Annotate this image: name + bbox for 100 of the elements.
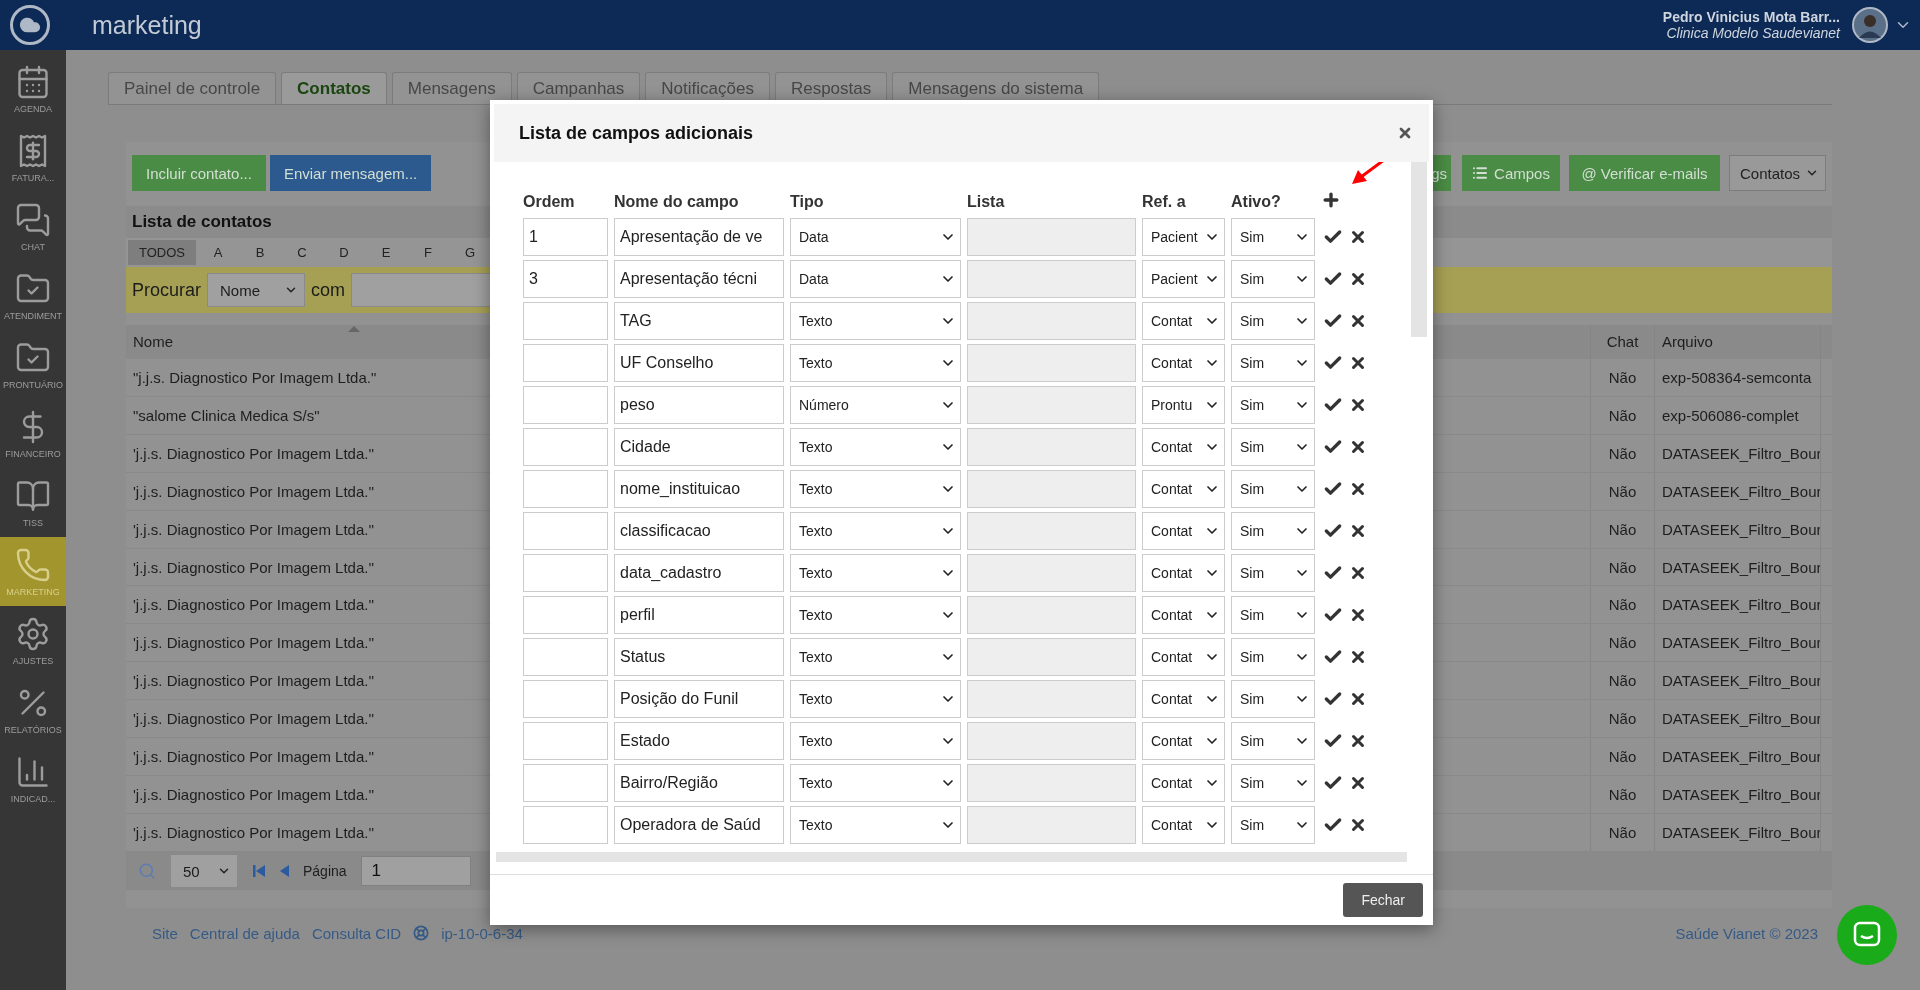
active-select[interactable]: Sim [1231, 470, 1315, 508]
type-select[interactable]: Texto [790, 722, 961, 760]
reference-select[interactable]: Contat [1142, 680, 1225, 718]
field-name-input[interactable]: Operadora de Saúd [614, 806, 784, 844]
order-field[interactable]: 1 [523, 218, 608, 256]
active-select[interactable]: Sim [1231, 554, 1315, 592]
active-select[interactable]: Sim [1231, 638, 1315, 676]
letter-filter[interactable]: F [408, 240, 448, 265]
field-name-input[interactable]: Bairro/Região [614, 764, 784, 802]
reference-select[interactable]: Prontu [1142, 386, 1225, 424]
table-cell: Não [1590, 586, 1654, 624]
reference-select[interactable]: Pacient [1142, 260, 1225, 298]
active-select[interactable]: Sim [1231, 386, 1315, 424]
sidebar-item[interactable]: FINANCEIRO [0, 399, 66, 468]
reference-select[interactable]: Pacient [1142, 218, 1225, 256]
search-label: Procurar [132, 279, 202, 301]
sidebar-item[interactable]: AJUSTES [0, 606, 66, 675]
type-select[interactable]: Número [790, 386, 961, 424]
letter-filter[interactable]: TODOS [128, 240, 196, 265]
sidebar-item[interactable]: TISS [0, 468, 66, 537]
sidebar-item[interactable]: CHAT [0, 192, 66, 261]
type-select[interactable]: Texto [790, 806, 961, 844]
table-cell: Não [1590, 700, 1654, 738]
reference-select[interactable]: Contat [1142, 596, 1225, 634]
type-select[interactable]: Texto [790, 344, 961, 382]
active-select[interactable]: Sim [1231, 218, 1315, 256]
page-size-select[interactable]: 50 [170, 854, 238, 888]
table-cell: Não [1590, 358, 1654, 396]
type-select[interactable]: Data [790, 218, 961, 256]
type-select[interactable]: Texto [790, 596, 961, 634]
letter-filter[interactable]: C [282, 240, 322, 265]
table-cell: 'j.j.s. Diagnostico Por Imagem Ltda.'' [133, 672, 375, 690]
sidebar-item[interactable]: ATENDIMENT [0, 261, 66, 330]
sidebar-item[interactable]: INDICAD... [0, 744, 66, 813]
field-name-input[interactable]: UF Conselho [614, 344, 784, 382]
table-cell: "j.j.s. Diagnostico Por Imagem Ltda." [133, 368, 377, 386]
column-header[interactable]: Chat [1590, 325, 1654, 359]
sidebar-item[interactable]: RELATÓRIOS [0, 675, 66, 744]
reference-select[interactable]: Contat [1142, 722, 1225, 760]
active-select[interactable]: Sim [1231, 512, 1315, 550]
letter-filter[interactable]: D [324, 240, 364, 265]
table-cell: 'j.j.s. Diagnostico Por Imagem Ltda.'' [133, 558, 375, 576]
field-name-input[interactable]: Apresentação técni [614, 260, 784, 298]
reference-select[interactable]: Contat [1142, 638, 1225, 676]
field-name-input[interactable]: Status [614, 638, 784, 676]
type-select[interactable]: Data [790, 260, 961, 298]
letter-filter[interactable]: A [198, 240, 238, 265]
type-select[interactable]: Texto [790, 764, 961, 802]
column-header[interactable]: Nome [133, 333, 173, 351]
close-dialog-button[interactable]: Fechar [1343, 883, 1423, 917]
module-title: marketing [92, 10, 202, 40]
type-select[interactable]: Texto [790, 512, 961, 550]
active-select[interactable]: Sim [1231, 764, 1315, 802]
active-select[interactable]: Sim [1231, 680, 1315, 718]
field-name-input[interactable]: nome_instituicao [614, 470, 784, 508]
field-name-input[interactable]: perfil [614, 596, 784, 634]
field-name-input[interactable]: Apresentação de ve [614, 218, 784, 256]
reference-select[interactable]: Contat [1142, 344, 1225, 382]
reference-select[interactable]: Contat [1142, 512, 1225, 550]
active-select[interactable]: Sim [1231, 596, 1315, 634]
active-select[interactable]: Sim [1231, 302, 1315, 340]
type-select[interactable]: Texto [790, 470, 961, 508]
search-field-select[interactable]: Nome [207, 273, 306, 307]
letter-filter[interactable]: E [366, 240, 406, 265]
reference-select[interactable]: Contat [1142, 554, 1225, 592]
view-select[interactable]: Contatos [1729, 155, 1826, 191]
tab[interactable]: Contatos [281, 72, 387, 104]
reference-select[interactable]: Contat [1142, 764, 1225, 802]
type-select[interactable]: Texto [790, 302, 961, 340]
order-field[interactable]: 3 [523, 260, 608, 298]
active-select[interactable]: Sim [1231, 722, 1315, 760]
table-cell: 'j.j.s. Diagnostico Por Imagem Ltda.'' [133, 823, 375, 841]
active-select[interactable]: Sim [1231, 260, 1315, 298]
reference-select[interactable]: Contat [1142, 806, 1225, 844]
field-name-input[interactable]: peso [614, 386, 784, 424]
letter-filter[interactable]: B [240, 240, 280, 265]
reference-select[interactable]: Contat [1142, 428, 1225, 466]
type-select[interactable]: Texto [790, 638, 961, 676]
type-select[interactable]: Texto [790, 680, 961, 718]
active-select[interactable]: Sim [1231, 344, 1315, 382]
field-name-input[interactable]: data_cadastro [614, 554, 784, 592]
type-select[interactable]: Texto [790, 554, 961, 592]
page-field[interactable]: 1 [360, 856, 471, 886]
reference-select[interactable]: Contat [1142, 302, 1225, 340]
reference-select[interactable]: Contat [1142, 470, 1225, 508]
column-header[interactable]: Arquivo [1654, 325, 1820, 359]
send-message-button[interactable]: Enviar mensagem... [269, 155, 432, 191]
active-select[interactable]: Sim [1231, 428, 1315, 466]
active-select[interactable]: Sim [1231, 806, 1315, 844]
field-name-input[interactable]: Posição do Funil [614, 680, 784, 718]
sidebar-item[interactable]: AGENDA [0, 54, 66, 123]
sidebar-item[interactable]: PRONTUÁRIO [0, 330, 66, 399]
field-name-input[interactable]: Cidade [614, 428, 784, 466]
type-select[interactable]: Texto [790, 428, 961, 466]
field-name-input[interactable]: classificacao [614, 512, 784, 550]
letter-filter[interactable]: G [450, 240, 490, 265]
sidebar-item[interactable]: FATURA... [0, 123, 66, 192]
field-name-input[interactable]: TAG [614, 302, 784, 340]
clinic-name: Clinica Modelo Saudevianet [1666, 25, 1840, 41]
field-name-input[interactable]: Estado [614, 722, 784, 760]
